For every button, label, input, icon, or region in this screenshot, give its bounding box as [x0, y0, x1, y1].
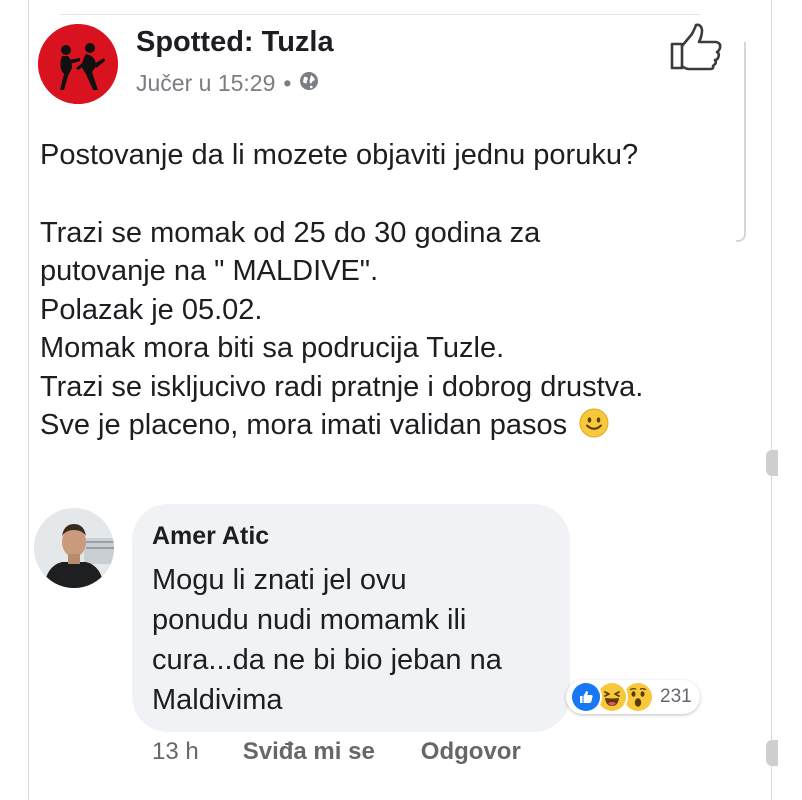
comment-text: Mogu li znati jel ovu ponudu nudi momamk… — [152, 560, 572, 720]
screenshot-frame: Spotted: Tuzla Jučer u 15:29 • Postovanj… — [0, 0, 802, 800]
globe-icon — [299, 70, 319, 97]
comment-line: Maldivima — [152, 684, 283, 716]
page-title[interactable]: Spotted: Tuzla — [136, 26, 334, 59]
post-line: putovanje na " MALDIVE". — [40, 255, 379, 287]
post-meta: Jučer u 15:29 • — [136, 70, 319, 97]
post-line: Trazi se iskljucivo radi pratnje i dobro… — [40, 370, 644, 403]
post-line: Polazak je 05.02. — [40, 293, 263, 326]
post-body: Postovanje da li mozete objaviti jednu p… — [40, 136, 740, 445]
edge-scroll-handle[interactable] — [766, 740, 778, 766]
commenter-avatar[interactable] — [34, 508, 114, 588]
page-avatar[interactable] — [38, 24, 118, 104]
post-timestamp[interactable]: Jučer u 15:29 — [136, 70, 275, 97]
edge-scroll-handle[interactable] — [766, 450, 778, 476]
right-border — [771, 0, 772, 800]
comment-line: ponudu nudi momamk ili — [152, 604, 467, 636]
comment-author[interactable]: Amer Atic — [152, 522, 269, 551]
post-line-gap — [40, 175, 740, 214]
smiling-face-emoji-icon — [579, 408, 609, 438]
like-comment-button[interactable]: Sviđa mi se — [243, 738, 375, 766]
post-line: Momak mora biti sa podrucija Tuzle. — [40, 332, 505, 364]
comment-actions: 13 h Sviđa mi se Odgovor — [152, 738, 567, 766]
post-line: Trazi se momak od 25 do 30 godina za — [40, 216, 541, 249]
reaction-summary[interactable]: 231 — [566, 680, 700, 714]
post-line: Sve je placeno, mora imati validan pasos — [40, 409, 568, 441]
like-reaction-icon — [570, 681, 602, 713]
comment-line: Mogu li znati jel ovu — [152, 564, 407, 596]
thumbs-up-outline-icon[interactable] — [668, 22, 724, 72]
person-photo-icon — [34, 508, 114, 588]
reaction-count: 231 — [660, 686, 692, 707]
left-border — [28, 0, 29, 800]
comment-line: cura...da ne bi bio jeban na — [152, 644, 502, 676]
comment-time[interactable]: 13 h — [152, 738, 199, 766]
post-line: Postovanje da li mozete objaviti jednu p… — [40, 139, 639, 171]
dancing-couple-logo — [38, 24, 118, 104]
post-line-last: Sve je placeno, mora imati validan pasos — [40, 406, 740, 445]
top-divider — [60, 14, 700, 15]
meta-separator: • — [283, 70, 292, 96]
reply-comment-button[interactable]: Odgovor — [421, 738, 521, 766]
